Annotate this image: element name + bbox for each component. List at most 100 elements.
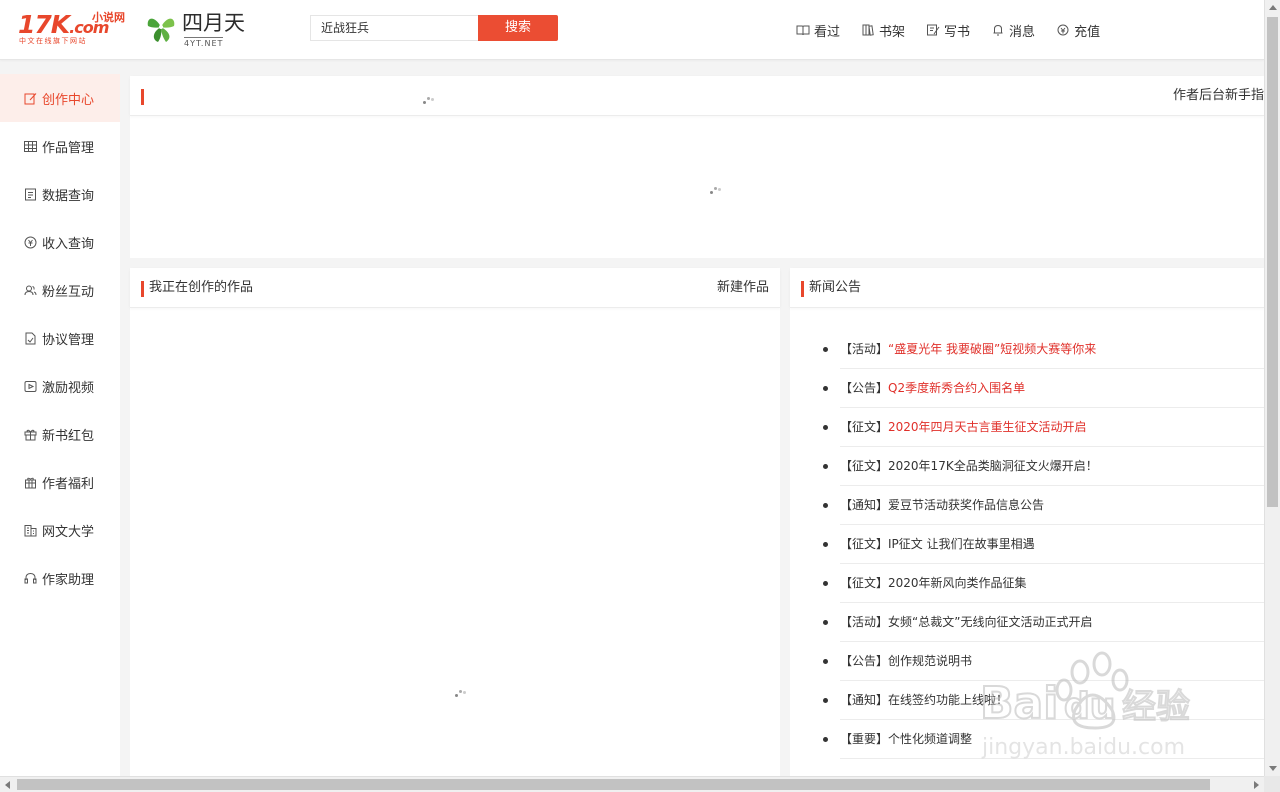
sidebar-item-label: 激励视频 (42, 380, 95, 396)
leaf-icon (147, 18, 175, 42)
bullet-icon (823, 503, 828, 508)
news-title[interactable]: 个性化频道调整 (888, 732, 972, 746)
works-panel-title: 我正在创作的作品 (149, 280, 254, 295)
nav-messages[interactable]: 消息 (991, 21, 1036, 40)
scroll-up-icon[interactable] (1269, 5, 1277, 10)
sidebar-item-label: 网文大学 (42, 524, 95, 540)
news-item-text[interactable]: 【公告】创作规范说明书 (840, 653, 972, 669)
news-tag: 【公告】 (840, 381, 889, 395)
sidebar-item-data[interactable]: 数据查询 (0, 170, 120, 218)
scroll-right-icon[interactable] (1254, 781, 1259, 789)
baidu-watermark: Bai du 经验 jingyan.baidu.com (980, 651, 1191, 760)
sidebar-item-videos[interactable]: 激励视频 (0, 362, 120, 410)
news-title[interactable]: IP征文 让我们在故事里相遇 (888, 537, 1035, 551)
sidebar-item-university[interactable]: 网文大学 (0, 506, 120, 554)
yen-icon (24, 236, 37, 248)
news-tag: 【通知】 (840, 498, 889, 512)
nav-write[interactable]: 写书 (926, 21, 971, 40)
accent-bar (801, 281, 804, 297)
svg-text:jingyan.baidu.com: jingyan.baidu.com (981, 735, 1185, 760)
bullet-icon (823, 659, 828, 664)
scroll-thumb[interactable] (1267, 17, 1278, 507)
bullet-icon (823, 542, 828, 547)
news-item[interactable]: 【征文】2020年四月天古言重生征文活动开启 (820, 408, 1264, 447)
news-title[interactable]: 2020年新风向类作品征集 (888, 576, 1027, 590)
news-item[interactable]: 【征文】2020年新风向类作品征集 (820, 564, 1264, 603)
horizontal-scrollbar[interactable] (0, 776, 1264, 792)
loading-spinner-icon (710, 186, 724, 194)
news-title[interactable]: 女频“总裁文”无线向征文活动正式开启 (888, 615, 1092, 629)
news-item-text[interactable]: 【征文】2020年四月天古言重生征文活动开启 (840, 419, 1087, 435)
news-panel-header: 新闻公告 (790, 268, 1264, 308)
svg-text:经验: 经验 (1122, 687, 1190, 727)
news-item-text[interactable]: 【征文】IP征文 让我们在故事里相遇 (840, 536, 1035, 552)
sidebar-item-label: 作者福利 (42, 476, 95, 492)
news-tag: 【征文】 (840, 420, 889, 434)
scroll-thumb[interactable] (17, 779, 1210, 790)
news-tag: 【公告】 (840, 654, 889, 668)
sidebar-item-label: 作家助理 (42, 572, 95, 588)
news-item[interactable]: 【征文】IP征文 让我们在故事里相遇 (820, 525, 1264, 564)
bookshelf-icon (862, 24, 874, 36)
news-item[interactable]: 【活动】女频“总裁文”无线向征文活动正式开启 (820, 603, 1264, 642)
news-item[interactable]: 【活动】“盛夏光年 我要破圈”短视频大赛等你来 (820, 330, 1264, 369)
news-tag: 【活动】 (840, 342, 889, 356)
top-nav: 看过 书架 写书 消息 充值 (796, 21, 1121, 40)
new-work-button[interactable]: 新建作品 (717, 279, 769, 297)
news-item-text[interactable]: 【公告】Q2季度新秀合约入围名单 (840, 380, 1025, 396)
news-item[interactable]: 【通知】爱豆节活动获奖作品信息公告 (820, 486, 1264, 525)
bullet-icon (823, 347, 828, 352)
news-title[interactable]: 2020年四月天古言重生征文活动开启 (888, 420, 1087, 434)
news-item-text[interactable]: 【重要】个性化频道调整 (840, 731, 972, 747)
overview-panel: 作者后台新手指 (130, 76, 1264, 258)
overview-panel-header: 作者后台新手指 (130, 76, 1264, 116)
sidebar-item-fans[interactable]: 粉丝互动 (0, 266, 120, 314)
sidebar-item-creation-center[interactable]: 创作中心 (0, 74, 120, 122)
sidebar-item-label: 粉丝互动 (42, 284, 95, 300)
edit-icon (24, 92, 37, 104)
news-item-text[interactable]: 【通知】爱豆节活动获奖作品信息公告 (840, 497, 1044, 513)
search-input[interactable]: 近战狂兵 (310, 15, 478, 41)
headset-icon (24, 572, 37, 583)
news-title[interactable]: 创作规范说明书 (888, 654, 972, 668)
news-item-text[interactable]: 【活动】女频“总裁文”无线向征文活动正式开启 (840, 614, 1092, 630)
sidebar-item-red-packet[interactable]: 新书红包 (0, 410, 120, 458)
accent-bar (141, 89, 144, 105)
newbie-guide-link[interactable]: 作者后台新手指 (1173, 87, 1264, 105)
news-tag: 【活动】 (840, 615, 889, 629)
news-title[interactable]: 2020年17K全品类脑洞征文火爆开启！ (888, 459, 1098, 473)
sidebar-item-welfare[interactable]: 作者福利 (0, 458, 120, 506)
search-button[interactable]: 搜索 (478, 15, 558, 41)
news-item[interactable]: 【征文】2020年17K全品类脑洞征文火爆开启！ (820, 447, 1264, 486)
video-icon (24, 380, 37, 392)
nav-label: 消息 (1009, 24, 1036, 40)
news-tag: 【征文】 (840, 576, 889, 590)
logo-17k[interactable]: 17K.com 小说网 中文在线旗下网站 (18, 11, 133, 47)
nav-bookshelf[interactable]: 书架 (861, 21, 905, 40)
vertical-scrollbar[interactable] (1264, 0, 1280, 776)
sidebar-item-contracts[interactable]: 协议管理 (0, 314, 120, 362)
sidebar-item-income[interactable]: 收入查询 (0, 218, 120, 266)
news-title[interactable]: “盛夏光年 我要破圈”短视频大赛等你来 (888, 342, 1096, 356)
news-title[interactable]: Q2季度新秀合约入围名单 (888, 381, 1025, 395)
nav-label: 写书 (944, 24, 971, 40)
sidebar-item-assistant[interactable]: 作家助理 (0, 554, 120, 602)
bullet-icon (823, 386, 828, 391)
sidebar-item-works[interactable]: 作品管理 (0, 122, 120, 170)
bullet-icon (823, 581, 828, 586)
news-tag: 【重要】 (840, 732, 889, 746)
news-item-text[interactable]: 【活动】“盛夏光年 我要破圈”短视频大赛等你来 (840, 341, 1096, 357)
news-item[interactable]: 【公告】Q2季度新秀合约入围名单 (820, 369, 1264, 408)
news-title[interactable]: 爱豆节活动获奖作品信息公告 (888, 498, 1044, 512)
logo-4yt[interactable]: 四月天 4YT.NET (144, 9, 259, 49)
news-tag: 【征文】 (840, 459, 889, 473)
nav-history[interactable]: 看过 (796, 21, 840, 40)
news-item-text[interactable]: 【征文】2020年新风向类作品征集 (840, 575, 1027, 591)
gift-icon (24, 429, 37, 440)
scroll-down-icon[interactable] (1269, 766, 1277, 771)
news-item-text[interactable]: 【征文】2020年17K全品类脑洞征文火爆开启！ (840, 458, 1098, 474)
sidebar-item-label: 创作中心 (42, 92, 95, 108)
nav-recharge[interactable]: 充值 (1056, 21, 1100, 40)
bullet-icon (823, 464, 828, 469)
scroll-left-icon[interactable] (5, 781, 10, 789)
